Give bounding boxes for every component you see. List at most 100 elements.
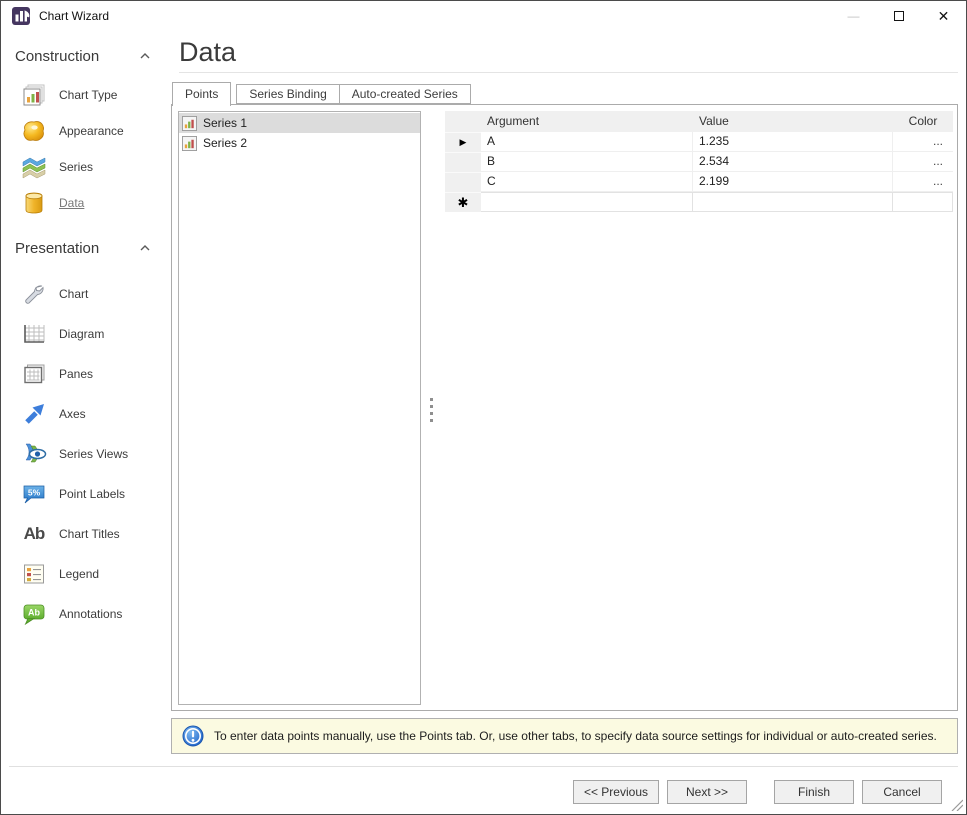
current-row-icon: ▶: [460, 137, 467, 148]
series-listbox[interactable]: Series 1 Series 2: [178, 111, 421, 705]
axes-arrow-icon: [21, 401, 47, 427]
new-row-indicator: ✱: [445, 192, 481, 212]
section-construction-label: Construction: [15, 48, 99, 65]
sidebar-item-diagram[interactable]: Diagram: [1, 314, 170, 354]
wrench-icon: [21, 281, 47, 307]
sidebar-item-series[interactable]: Series: [1, 149, 170, 185]
column-header-value[interactable]: Value: [693, 111, 893, 132]
series-list-item[interactable]: Series 1: [179, 113, 420, 133]
sidebar-item-label: Appearance: [59, 124, 124, 138]
sidebar-item-chart[interactable]: Chart: [1, 274, 170, 314]
sidebar-item-chart-type[interactable]: Chart Type: [1, 77, 170, 113]
sidebar-item-label: Data: [59, 196, 84, 210]
argument-cell[interactable]: C: [481, 172, 693, 192]
svg-text:5%: 5%: [28, 488, 41, 498]
close-icon[interactable]: ✕: [921, 1, 966, 31]
sidebar-item-label: Panes: [59, 367, 93, 381]
points-tab-panel: Series 1 Series 2 Argument Value Color ▶: [171, 104, 958, 711]
info-icon: [182, 725, 204, 747]
chevron-up-icon: [140, 245, 150, 251]
annotations-bubble-icon: Ab: [21, 601, 47, 627]
sidebar-item-annotations[interactable]: Ab Annotations: [1, 594, 170, 634]
new-argument-cell[interactable]: [481, 192, 693, 212]
sidebar-item-panes[interactable]: Panes: [1, 354, 170, 394]
tab-auto-created-series[interactable]: Auto-created Series: [339, 84, 471, 104]
sidebar-item-legend[interactable]: Legend: [1, 554, 170, 594]
argument-cell[interactable]: A: [481, 132, 693, 152]
series-chart-icon: [182, 116, 197, 131]
row-indicator: [445, 152, 481, 172]
minimize-icon[interactable]: —: [831, 1, 876, 31]
column-header-argument[interactable]: Argument: [481, 111, 693, 132]
section-construction[interactable]: Construction: [1, 43, 170, 69]
section-presentation[interactable]: Presentation: [1, 235, 170, 261]
series-name: Series 2: [203, 136, 247, 150]
sidebar-item-appearance[interactable]: Appearance: [1, 113, 170, 149]
title-divider: [179, 72, 958, 73]
series-views-eye-icon: [21, 441, 47, 467]
svg-text:Ab: Ab: [28, 608, 40, 618]
value-cell[interactable]: 2.534: [693, 152, 893, 172]
sidebar-item-label: Chart: [59, 287, 88, 301]
next-button[interactable]: Next >>: [667, 780, 747, 804]
new-color-cell[interactable]: [893, 192, 953, 212]
appearance-icon: [21, 118, 47, 144]
sidebar-item-label: Series: [59, 160, 93, 174]
sidebar-item-point-labels[interactable]: 5% Point Labels: [1, 474, 170, 514]
series-list-item[interactable]: Series 2: [179, 133, 420, 153]
sidebar-item-label: Legend: [59, 567, 99, 581]
sidebar-item-series-views[interactable]: Series Views: [1, 434, 170, 474]
page-title: Data: [179, 37, 236, 68]
panes-icon: [21, 361, 47, 387]
new-value-cell[interactable]: [693, 192, 893, 212]
sidebar-item-label: Point Labels: [59, 487, 125, 501]
column-header-color[interactable]: Color: [893, 111, 953, 132]
sidebar-item-label: Diagram: [59, 327, 104, 341]
sidebar-item-data[interactable]: Data: [1, 185, 170, 221]
tab-points[interactable]: Points: [172, 82, 231, 106]
info-text: To enter data points manually, use the P…: [214, 729, 937, 743]
grid-corner-cell: [445, 111, 481, 132]
chart-titles-ab-icon: Ab: [21, 521, 47, 547]
series-name: Series 1: [203, 116, 247, 130]
wizard-sidebar: Construction Chart Type: [1, 31, 170, 814]
sidebar-item-label: Chart Titles: [59, 527, 120, 541]
series-icon: [21, 154, 47, 180]
legend-icon: [21, 561, 47, 587]
argument-cell[interactable]: B: [481, 152, 693, 172]
finish-button[interactable]: Finish: [774, 780, 854, 804]
color-ellipsis-button[interactable]: ...: [893, 152, 953, 172]
tab-strip: Points Series Binding Auto-created Serie…: [172, 82, 471, 106]
series-chart-icon: [182, 136, 197, 151]
cancel-button[interactable]: Cancel: [862, 780, 942, 804]
chart-wizard-dialog: Chart Wizard — ✕ Construction: [0, 0, 967, 815]
row-indicator: [445, 172, 481, 192]
footer-divider: [9, 766, 958, 767]
new-row-icon: ✱: [458, 195, 469, 211]
sidebar-item-label: Chart Type: [59, 88, 117, 102]
splitter-grip[interactable]: [430, 398, 434, 422]
value-cell[interactable]: 2.199: [693, 172, 893, 192]
maximize-icon[interactable]: [876, 1, 921, 31]
window-title: Chart Wizard: [39, 9, 109, 23]
titlebar[interactable]: Chart Wizard — ✕: [1, 1, 966, 31]
sidebar-item-label: Annotations: [59, 607, 122, 621]
sidebar-item-axes[interactable]: Axes: [1, 394, 170, 434]
diagram-grid-icon: [21, 321, 47, 347]
section-presentation-label: Presentation: [15, 240, 99, 257]
points-data-grid: Argument Value Color ▶ A 1.235 ... B 2.5…: [445, 111, 953, 212]
tab-series-binding[interactable]: Series Binding: [236, 84, 339, 104]
row-indicator: ▶: [445, 132, 481, 152]
previous-button[interactable]: << Previous: [573, 780, 659, 804]
value-cell[interactable]: 1.235: [693, 132, 893, 152]
color-ellipsis-button[interactable]: ...: [893, 172, 953, 192]
chart-type-icon: [21, 82, 47, 108]
sidebar-item-label: Axes: [59, 407, 86, 421]
color-ellipsis-button[interactable]: ...: [893, 132, 953, 152]
resize-grip[interactable]: [949, 797, 963, 811]
footer-buttons: << Previous Next >> Finish Cancel: [573, 780, 942, 804]
chevron-up-icon: [140, 53, 150, 59]
data-icon: [21, 190, 47, 216]
point-labels-bubble-icon: 5%: [21, 481, 47, 507]
sidebar-item-chart-titles[interactable]: Ab Chart Titles: [1, 514, 170, 554]
